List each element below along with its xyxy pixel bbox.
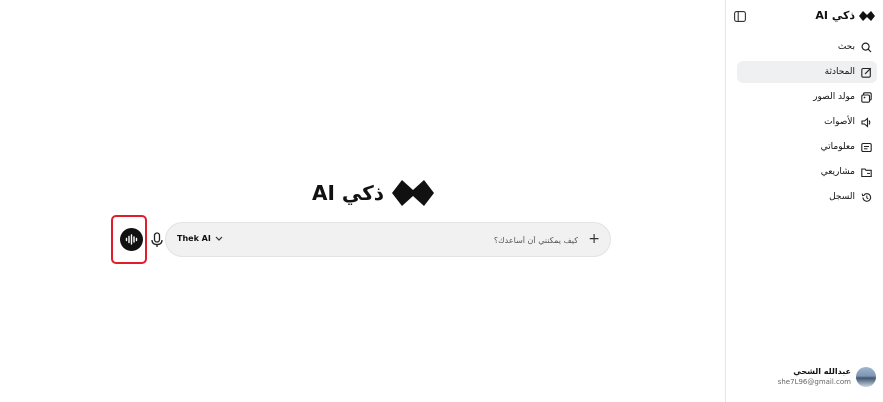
sidebar-item-projects[interactable]: مشاريعي	[737, 161, 877, 183]
sidebar-item-label: مولد الصور	[813, 92, 855, 102]
sidebar-item-my-info[interactable]: معلوماتي	[737, 136, 877, 158]
brand-logo-icon	[859, 10, 875, 21]
user-profile[interactable]: عبدالله الشحي she7L96@gmail.com	[778, 366, 876, 388]
image-icon	[861, 91, 872, 103]
user-name: عبدالله الشحي	[793, 367, 851, 376]
sidebar-item-label: المحادثة	[824, 67, 855, 77]
brand-name: ذكي AI	[815, 9, 855, 22]
chevron-down-icon	[215, 236, 223, 241]
sidebar-item-label: السجل	[829, 192, 855, 202]
sidebar-item-label: معلوماتي	[820, 142, 855, 152]
brand[interactable]: ذكي AI	[815, 9, 875, 22]
microphone-icon[interactable]	[150, 232, 164, 248]
edit-icon	[861, 67, 872, 78]
attach-plus-icon[interactable]: +	[588, 232, 600, 246]
chat-input[interactable]	[276, 231, 580, 250]
brand-logo-icon	[392, 180, 435, 206]
chat-bar: + Thek AI	[165, 222, 611, 257]
sidebar-item-label: مشاريعي	[820, 167, 855, 177]
sidebar-toggle-icon[interactable]	[734, 11, 746, 22]
info-card-icon	[861, 142, 872, 152]
sidebar-item-voices[interactable]: الأصوات	[737, 111, 877, 133]
speaker-icon	[861, 116, 871, 128]
sidebar-item-label: بحث	[837, 42, 855, 52]
user-info: عبدالله الشحي she7L96@gmail.com	[778, 366, 851, 388]
sidebar-item-chat[interactable]: المحادثة	[737, 61, 877, 83]
main-area: ذكي AI + Thek AI	[0, 0, 725, 402]
sidebar-item-image-generator[interactable]: مولد الصور	[737, 86, 877, 108]
folder-icon	[861, 167, 872, 177]
history-icon	[861, 192, 872, 202]
sidebar-nav: بحث المحادثة مولد الصور الأصوات معلوماتي…	[737, 36, 877, 211]
sidebar-item-history[interactable]: السجل	[737, 186, 877, 208]
user-email: she7L96@gmail.com	[777, 378, 851, 386]
model-label: Thek AI	[177, 234, 211, 243]
sidebar-item-search[interactable]: بحث	[737, 36, 877, 58]
search-icon	[861, 41, 872, 52]
model-selector[interactable]: Thek AI	[177, 234, 223, 243]
sidebar: ذكي AI بحث المحادثة مولد الصور الأصوات م…	[725, 0, 883, 402]
avatar	[856, 367, 876, 387]
hero: ذكي AI	[312, 178, 435, 208]
voice-mode-button[interactable]	[120, 228, 143, 251]
sidebar-item-label: الأصوات	[824, 117, 855, 127]
hero-title: ذكي AI	[312, 181, 385, 205]
waveform-icon	[125, 234, 138, 245]
